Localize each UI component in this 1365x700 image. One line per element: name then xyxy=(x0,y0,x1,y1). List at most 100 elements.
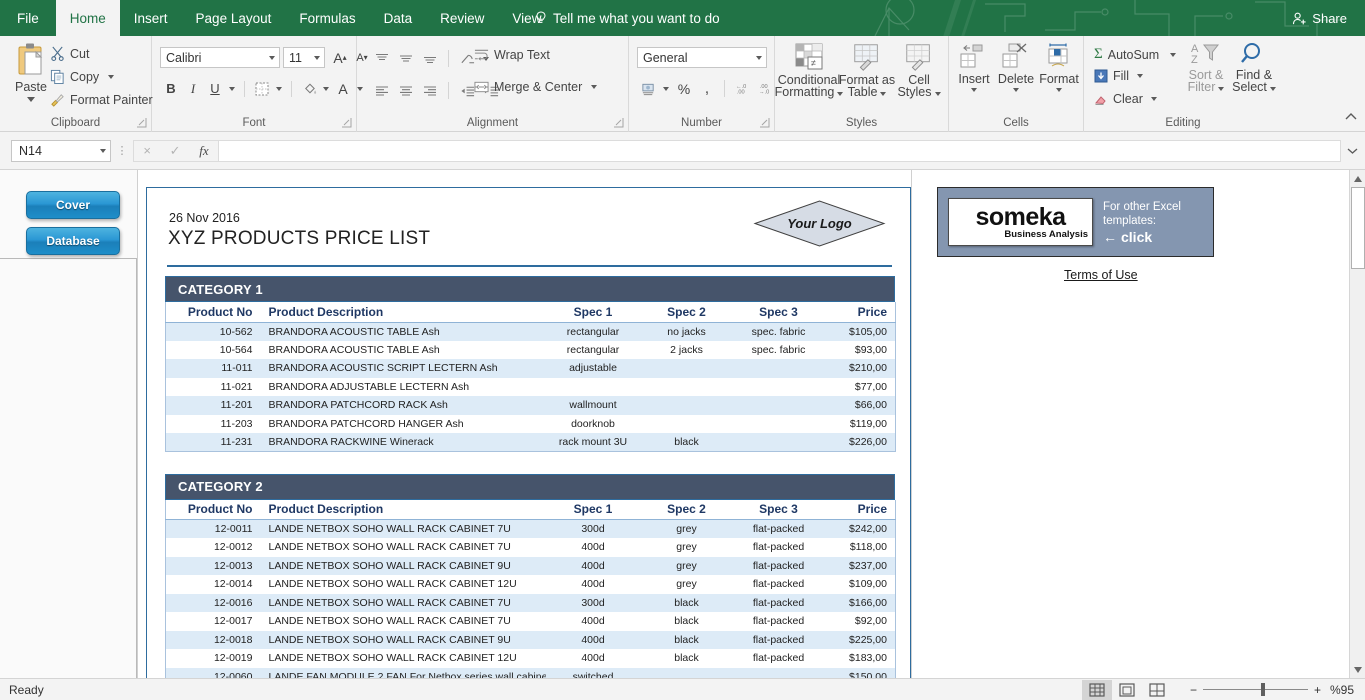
font-dialog-launcher[interactable] xyxy=(342,118,352,128)
percent-format-button[interactable]: % xyxy=(673,78,695,99)
table-row[interactable]: 12-0060LANDE FAN MODULE 2 FAN For Netbox… xyxy=(166,668,896,679)
number-format-caret[interactable] xyxy=(756,56,762,60)
table-cell[interactable]: grey xyxy=(641,538,733,557)
number-dialog-launcher[interactable] xyxy=(760,118,770,128)
scrollbar-thumb[interactable] xyxy=(1351,187,1365,269)
merge-center-button[interactable]: Merge & Center xyxy=(474,80,597,94)
fill-button[interactable]: Fill xyxy=(1094,69,1143,83)
table-cell[interactable]: 12-0012 xyxy=(166,538,261,557)
table-row[interactable]: 11-203BRANDORA PATCHCORD HANGER Ashdoork… xyxy=(166,415,896,434)
page-layout-view-button[interactable] xyxy=(1112,680,1142,700)
table-cell[interactable]: $166,00 xyxy=(825,594,896,613)
zoom-slider[interactable] xyxy=(1203,689,1308,690)
clipboard-dialog-launcher[interactable] xyxy=(137,118,147,128)
table-cell[interactable] xyxy=(641,396,733,415)
expand-formula-bar-button[interactable] xyxy=(1343,142,1361,160)
accounting-format-button[interactable] xyxy=(637,78,659,99)
table-cell[interactable]: $237,00 xyxy=(825,557,896,576)
copy-dropdown-caret[interactable] xyxy=(108,75,114,79)
table-cell[interactable] xyxy=(641,359,733,378)
table-cell[interactable]: 12-0014 xyxy=(166,575,261,594)
font-size-caret[interactable] xyxy=(314,56,320,60)
table-cell[interactable]: LANDE NETBOX SOHO WALL RACK CABINET 9U xyxy=(261,557,546,576)
table-cell[interactable]: 400d xyxy=(546,575,641,594)
table-cell[interactable]: $210,00 xyxy=(825,359,896,378)
font-name-combo[interactable]: Calibri xyxy=(160,47,280,68)
table-cell[interactable]: $77,00 xyxy=(825,378,896,397)
cell-styles-caret[interactable] xyxy=(935,92,941,96)
table-cell[interactable]: 11-231 xyxy=(166,433,261,452)
tab-data[interactable]: Data xyxy=(370,0,427,36)
table-cell[interactable]: $226,00 xyxy=(825,433,896,452)
scroll-up-button[interactable] xyxy=(1350,170,1365,187)
table-cell[interactable]: BRANDORA ACOUSTIC TABLE Ash xyxy=(261,341,546,360)
table-row[interactable]: 11-021BRANDORA ADJUSTABLE LECTERN Ash$77… xyxy=(166,378,896,397)
borders-button[interactable] xyxy=(251,78,273,99)
table-cell[interactable]: black xyxy=(641,631,733,650)
table-cell[interactable]: spec. fabric xyxy=(733,341,825,360)
insert-function-button[interactable]: fx xyxy=(199,143,208,159)
table-cell[interactable]: flat-packed xyxy=(733,612,825,631)
font-size-combo[interactable]: 11 xyxy=(283,47,325,68)
align-top-button[interactable] xyxy=(371,48,393,69)
table-cell[interactable]: flat-packed xyxy=(733,520,825,539)
table-row[interactable]: 12-0014LANDE NETBOX SOHO WALL RACK CABIN… xyxy=(166,575,896,594)
promo-click-link[interactable]: ← click xyxy=(1103,230,1181,244)
copy-button[interactable]: Copy xyxy=(50,69,114,84)
table-cell[interactable]: LANDE NETBOX SOHO WALL RACK CABINET 12U xyxy=(261,649,546,668)
align-center-button[interactable] xyxy=(395,80,417,101)
table-row[interactable]: 11-231BRANDORA RACKWINE Winerackrack mou… xyxy=(166,433,896,452)
table-cell[interactable]: flat-packed xyxy=(733,649,825,668)
fill-color-caret[interactable] xyxy=(320,78,332,99)
table-cell[interactable]: LANDE NETBOX SOHO WALL RACK CABINET 9U xyxy=(261,631,546,650)
table-cell[interactable]: $242,00 xyxy=(825,520,896,539)
nav-button-cover[interactable]: Cover xyxy=(26,191,120,219)
table-cell[interactable]: 12-0011 xyxy=(166,520,261,539)
table-cell[interactable] xyxy=(733,396,825,415)
zoom-in-button[interactable]: + xyxy=(1314,683,1321,697)
italic-button[interactable]: I xyxy=(182,78,204,99)
table-cell[interactable]: $225,00 xyxy=(825,631,896,650)
tab-formulas[interactable]: Formulas xyxy=(285,0,369,36)
table-row[interactable]: 12-0012LANDE NETBOX SOHO WALL RACK CABIN… xyxy=(166,538,896,557)
formula-input[interactable] xyxy=(219,140,1341,162)
table-cell[interactable]: 400d xyxy=(546,538,641,557)
table-row[interactable]: 10-562BRANDORA ACOUSTIC TABLE Ashrectang… xyxy=(166,322,896,341)
normal-view-button[interactable] xyxy=(1082,680,1112,700)
table-cell[interactable] xyxy=(733,668,825,679)
format-cells-caret[interactable] xyxy=(1056,88,1062,92)
table-cell[interactable]: 12-0013 xyxy=(166,557,261,576)
format-cells-button[interactable]: Format xyxy=(1038,42,1080,92)
table-cell[interactable]: LANDE NETBOX SOHO WALL RACK CABINET 7U xyxy=(261,594,546,613)
decrease-decimal-button[interactable]: .00 →.0 xyxy=(754,78,776,99)
table-cell[interactable]: 12-0018 xyxy=(166,631,261,650)
table-row[interactable]: 12-0018LANDE NETBOX SOHO WALL RACK CABIN… xyxy=(166,631,896,650)
table-cell[interactable]: grey xyxy=(641,575,733,594)
tell-me-box[interactable]: Tell me what you want to do xyxy=(535,0,720,36)
table-cell[interactable]: grey xyxy=(641,557,733,576)
font-color-button[interactable]: A xyxy=(332,78,354,99)
autosum-button[interactable]: Σ AutoSum xyxy=(1094,46,1176,63)
table-cell[interactable]: $93,00 xyxy=(825,341,896,360)
table-cell[interactable]: 12-0019 xyxy=(166,649,261,668)
tab-review[interactable]: Review xyxy=(426,0,498,36)
delete-cells-caret[interactable] xyxy=(1013,88,1019,92)
table-cell[interactable]: no jacks xyxy=(641,322,733,341)
table-cell[interactable]: BRANDORA ADJUSTABLE LECTERN Ash xyxy=(261,378,546,397)
bold-button[interactable]: B xyxy=(160,78,182,99)
table-cell[interactable]: $105,00 xyxy=(825,322,896,341)
table-cell[interactable]: flat-packed xyxy=(733,557,825,576)
table-row[interactable]: 11-011BRANDORA ACOUSTIC SCRIPT LECTERN A… xyxy=(166,359,896,378)
table-cell[interactable]: $66,00 xyxy=(825,396,896,415)
name-box[interactable]: N14 xyxy=(11,140,111,162)
borders-caret[interactable] xyxy=(273,78,285,99)
table-cell[interactable]: BRANDORA ACOUSTIC SCRIPT LECTERN Ash xyxy=(261,359,546,378)
table-cell[interactable] xyxy=(733,433,825,452)
table-row[interactable]: 12-0019LANDE NETBOX SOHO WALL RACK CABIN… xyxy=(166,649,896,668)
tab-home[interactable]: Home xyxy=(56,0,120,36)
table-cell[interactable]: $109,00 xyxy=(825,575,896,594)
table-cell[interactable]: $150,00 xyxy=(825,668,896,679)
table-cell[interactable]: switched xyxy=(546,668,641,679)
clear-caret[interactable] xyxy=(1151,97,1157,101)
tab-page-layout[interactable]: Page Layout xyxy=(182,0,286,36)
